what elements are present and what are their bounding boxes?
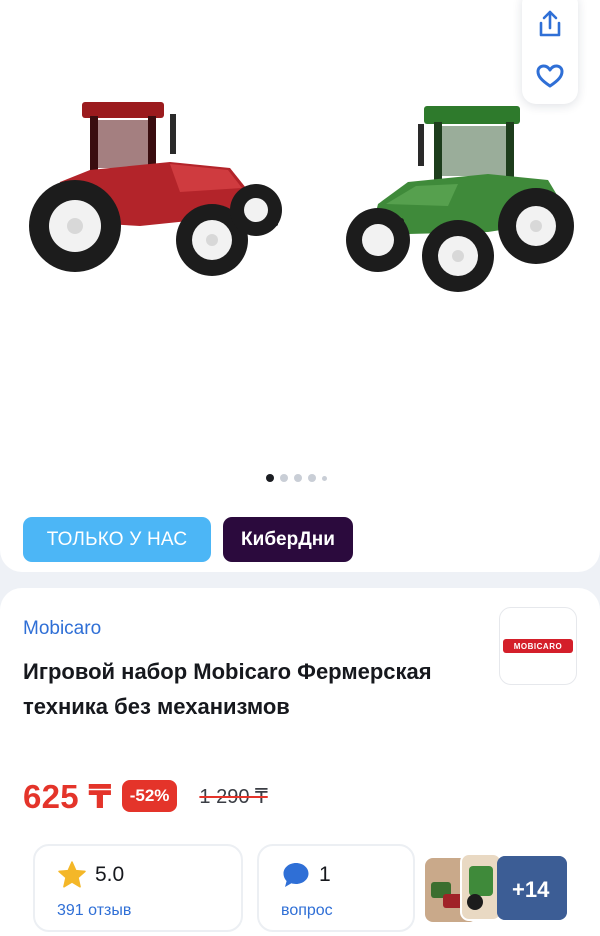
brand-logo-label: MOBICARO bbox=[503, 639, 573, 653]
questions-card[interactable]: 1 вопрос bbox=[257, 844, 415, 932]
product-badges: ТОЛЬКО У НАС КиберДни bbox=[23, 517, 353, 562]
pagination-dot[interactable] bbox=[280, 474, 288, 482]
pagination-dot[interactable] bbox=[294, 474, 302, 482]
current-price: 625 ₸ bbox=[23, 777, 112, 815]
reviews-count: 391 отзыв bbox=[57, 902, 132, 919]
share-icon bbox=[539, 10, 561, 37]
pagination-dot[interactable] bbox=[308, 474, 316, 482]
old-price: 1 290 ₸ bbox=[199, 785, 268, 808]
product-gallery[interactable]: ТОЛЬКО У НАС КиберДни bbox=[0, 0, 600, 572]
heart-icon bbox=[536, 64, 564, 88]
gallery-actions bbox=[522, 0, 578, 104]
brand-link[interactable]: Mobicaro bbox=[23, 618, 101, 640]
brand-logo[interactable]: MOBICARO bbox=[499, 607, 577, 685]
green-tractor-image bbox=[346, 106, 574, 292]
promo-badge[interactable]: КиберДни bbox=[223, 517, 353, 562]
exclusive-badge[interactable]: ТОЛЬКО У НАС bbox=[23, 517, 211, 562]
rating-value: 5.0 bbox=[95, 863, 125, 886]
share-button[interactable] bbox=[522, 2, 578, 46]
questions-count: 1 bbox=[319, 863, 331, 886]
product-info-card: Mobicaro MOBICARO Игровой набор Mobicaro… bbox=[0, 588, 600, 936]
more-photos-label: +14 bbox=[512, 877, 550, 902]
product-title: Игровой набор Mobicaro Фермерская техник… bbox=[23, 659, 432, 719]
red-tractor-image bbox=[29, 102, 282, 276]
gallery-pagination[interactable] bbox=[266, 474, 327, 482]
discount-badge: -52% bbox=[121, 780, 178, 812]
star-icon bbox=[58, 861, 86, 888]
questions-label: вопрос bbox=[281, 902, 333, 919]
price-row: 625 ₸ -52% 1 290 ₸ bbox=[23, 776, 268, 816]
pagination-dot[interactable] bbox=[266, 474, 274, 482]
pagination-dot[interactable] bbox=[322, 475, 327, 481]
speech-bubble-icon bbox=[283, 863, 309, 887]
rating-card[interactable]: 5.0 391 отзыв bbox=[33, 844, 243, 932]
favorite-button[interactable] bbox=[522, 54, 578, 98]
